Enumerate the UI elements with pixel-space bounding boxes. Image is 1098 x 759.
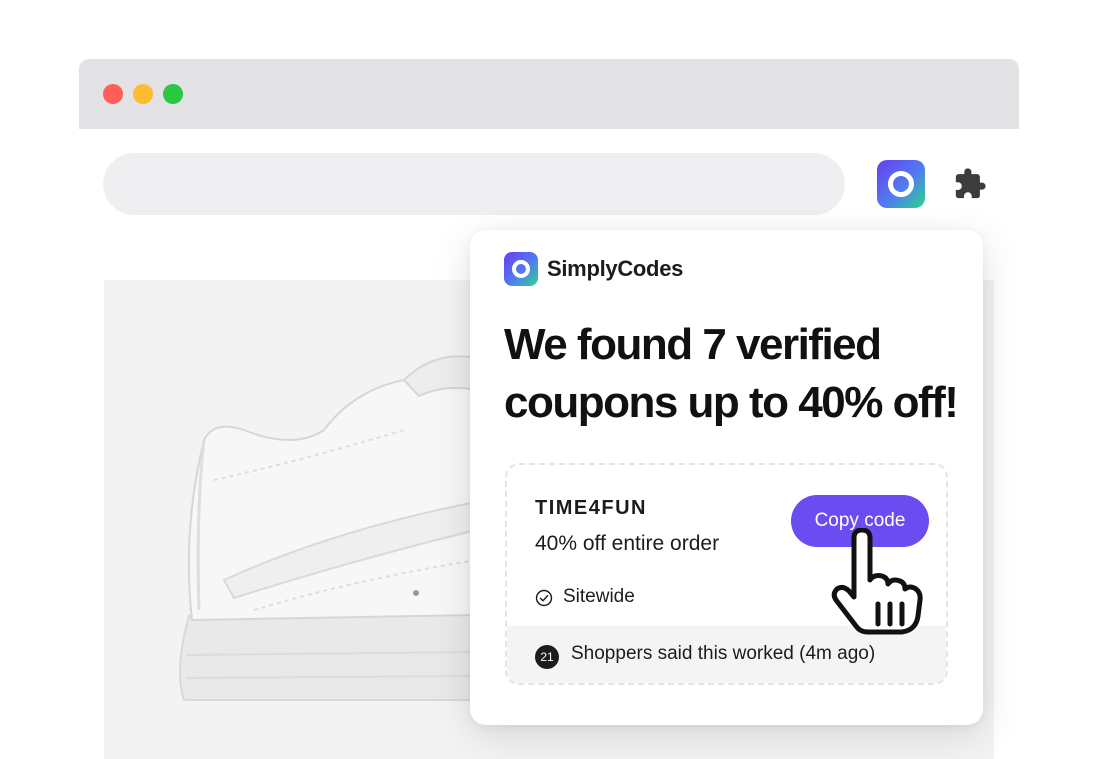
address-bar[interactable] bbox=[103, 153, 845, 215]
hand-cursor-icon bbox=[831, 528, 923, 635]
social-proof-text: Shoppers said this worked (4m ago) bbox=[571, 643, 876, 664]
popup-headline: We found 7 verified coupons up to 40% of… bbox=[504, 320, 959, 427]
minimize-window-button[interactable] bbox=[133, 84, 153, 104]
simplycodes-brand-logo bbox=[504, 252, 538, 286]
brand-name: SimplyCodes bbox=[547, 256, 684, 281]
coupon-scope: Sitewide bbox=[563, 586, 635, 607]
coupon-code: TIME4FUN bbox=[535, 497, 647, 519]
check-circle-icon bbox=[535, 589, 553, 607]
title-bar bbox=[79, 59, 1019, 129]
close-window-button[interactable] bbox=[103, 84, 123, 104]
simplycodes-logo-icon[interactable] bbox=[877, 160, 925, 208]
maximize-window-button[interactable] bbox=[163, 84, 183, 104]
coupon-description: 40% off entire order bbox=[535, 532, 720, 555]
puzzle-icon[interactable] bbox=[953, 167, 987, 201]
shopper-count-badge: 21 bbox=[535, 645, 559, 669]
coupon-popup: SimplyCodes We found 7 verified coupons … bbox=[470, 230, 983, 725]
